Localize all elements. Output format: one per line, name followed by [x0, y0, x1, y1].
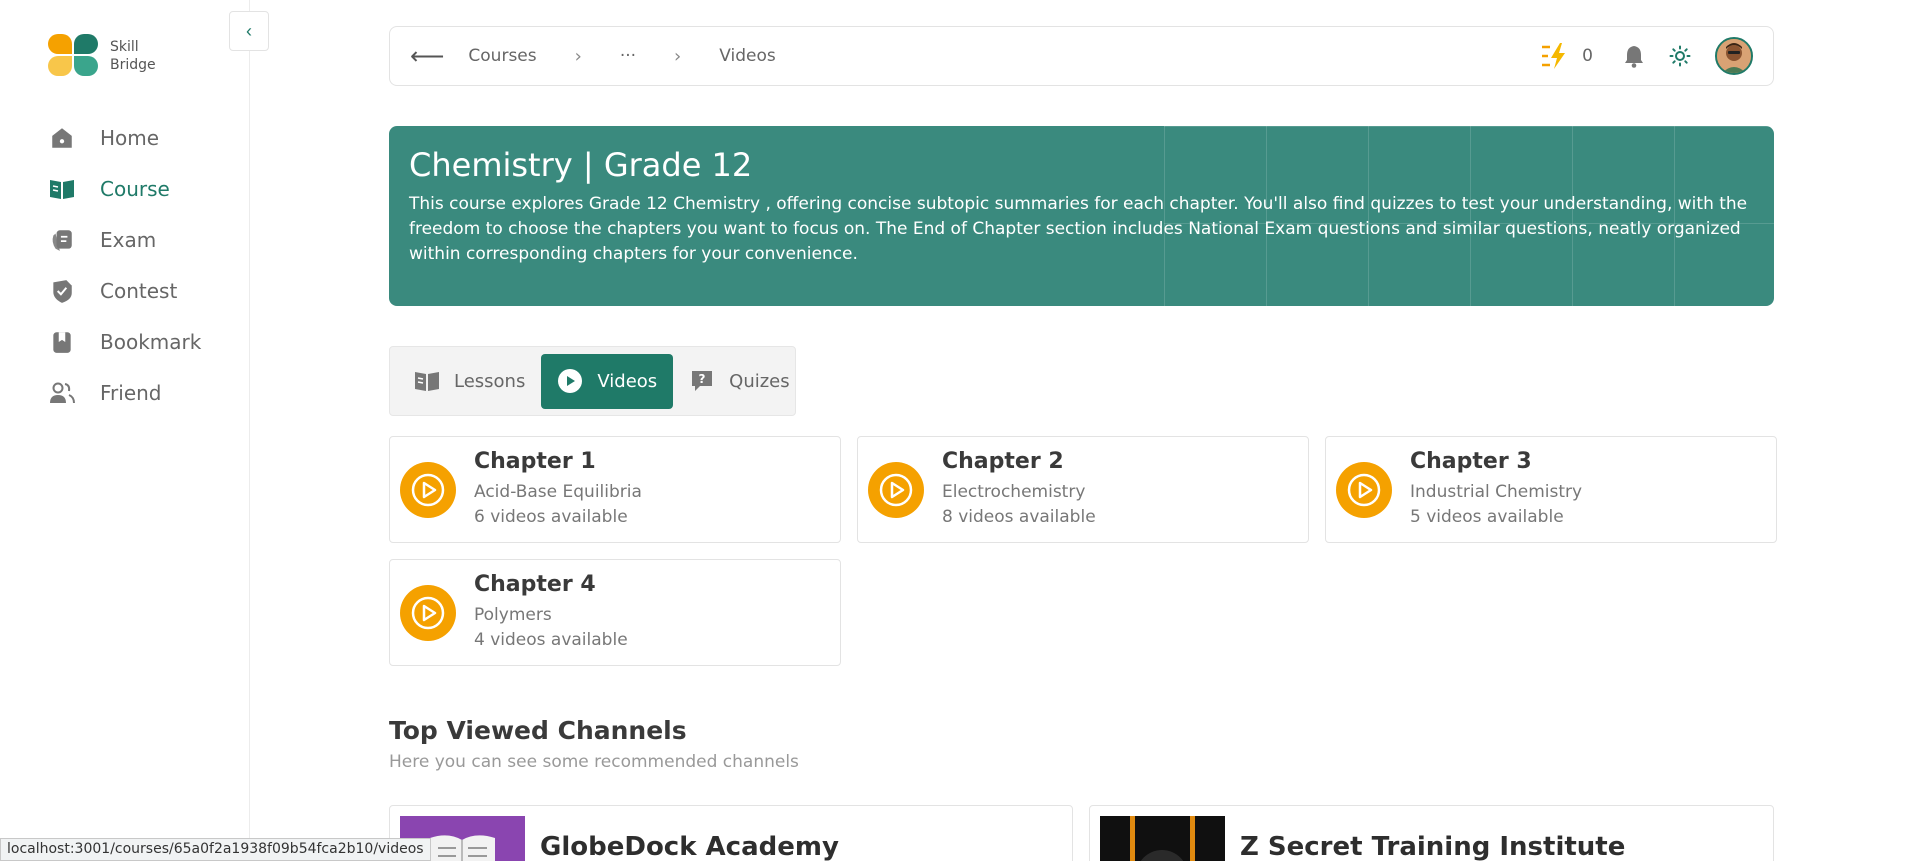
sidebar-item-label: Friend	[100, 380, 162, 405]
channel-thumbnail	[1100, 816, 1225, 861]
sidebar-item-label: Bookmark	[100, 329, 202, 354]
play-circle-icon	[868, 461, 924, 518]
book-icon	[414, 369, 440, 393]
svg-text:?: ?	[699, 372, 706, 386]
channel-name: GlobeDock Academy	[540, 832, 839, 861]
play-circle-icon	[400, 584, 456, 641]
book-open-icon	[48, 175, 76, 203]
exam-icon	[48, 226, 76, 254]
tab-quizes[interactable]: ? Quizes	[673, 354, 805, 409]
sidebar-collapse-button[interactable]: ‹	[229, 11, 269, 51]
logo-text-line1: Skill	[110, 39, 139, 55]
chapter-title: Chapter 2	[942, 449, 1064, 474]
chapter-topic: Industrial Chemistry	[1410, 482, 1583, 502]
sidebar-item-label: Exam	[100, 227, 157, 252]
chevron-right-icon: ›	[574, 45, 582, 67]
question-bubble-icon: ?	[689, 368, 715, 394]
chapter-video-count: 6 videos available	[474, 507, 628, 527]
play-icon	[557, 368, 583, 394]
content-tabs: Lessons Videos ? Quizes	[389, 346, 796, 416]
sidebar-item-friend[interactable]: Friend	[48, 367, 201, 418]
tab-videos[interactable]: Videos	[541, 353, 674, 409]
logo[interactable]: Skill Bridge	[48, 34, 156, 78]
chapter-topic: Polymers	[474, 605, 552, 625]
logo-mark	[48, 34, 102, 78]
sidebar-nav: Home Course Exam Contest Bookmark Friend	[48, 112, 201, 418]
users-icon	[48, 379, 76, 407]
chevron-left-icon: ‹	[246, 20, 252, 41]
sidebar-item-home[interactable]: Home	[48, 112, 201, 163]
chapter-card[interactable]: Chapter 2 Electrochemistry 8 videos avai…	[857, 436, 1309, 543]
chapter-topic: Electrochemistry	[942, 482, 1086, 502]
channels-section-subtitle: Here you can see some recommended channe…	[389, 752, 799, 772]
breadcrumb-item-videos: Videos	[719, 46, 776, 66]
sidebar-item-contest[interactable]: Contest	[48, 265, 201, 316]
chevron-right-icon: ›	[674, 45, 682, 67]
lightning-icon	[1540, 41, 1570, 71]
sidebar-item-exam[interactable]: Exam	[48, 214, 201, 265]
sidebar-item-label: Contest	[100, 278, 178, 303]
sidebar-item-course[interactable]: Course	[48, 163, 201, 214]
chapter-title: Chapter 1	[474, 449, 596, 474]
browser-status-url: localhost:3001/courses/65a0f2a1938f09b54…	[0, 838, 431, 861]
tab-label: Quizes	[729, 370, 790, 392]
sidebar: Skill Bridge Home Course Exam Contest Bo…	[0, 0, 250, 861]
course-title: Chemistry | Grade 12	[409, 146, 753, 184]
breadcrumb: Courses › ··· › Videos	[468, 46, 775, 67]
chapter-card[interactable]: Chapter 3 Industrial Chemistry 5 videos …	[1325, 436, 1777, 543]
chapter-card[interactable]: Chapter 4 Polymers 4 videos available	[389, 559, 841, 666]
channels-section-title: Top Viewed Channels	[389, 716, 687, 745]
play-circle-icon	[1336, 461, 1392, 518]
chapter-title: Chapter 4	[474, 572, 596, 597]
channel-card[interactable]: Z Secret Training Institute	[1089, 805, 1774, 861]
avatar[interactable]	[1715, 37, 1753, 75]
streak-count: 0	[1582, 46, 1593, 66]
shield-icon	[48, 277, 76, 305]
streak-indicator[interactable]: 0	[1540, 41, 1593, 71]
chapter-video-count: 4 videos available	[474, 630, 628, 650]
theme-toggle-sun-icon[interactable]	[1669, 45, 1691, 67]
chapter-card[interactable]: Chapter 1 Acid-Base Equilibria 6 videos …	[389, 436, 841, 543]
tab-label: Lessons	[454, 370, 526, 392]
chapter-video-count: 8 videos available	[942, 507, 1096, 527]
bookmark-icon	[48, 328, 76, 356]
sidebar-item-bookmark[interactable]: Bookmark	[48, 316, 201, 367]
chapter-topic: Acid-Base Equilibria	[474, 482, 642, 502]
sidebar-item-label: Home	[100, 125, 160, 150]
back-arrow-icon[interactable]: ⟵	[410, 42, 444, 70]
course-description: This course explores Grade 12 Chemistry …	[409, 194, 1748, 264]
chapter-title: Chapter 3	[1410, 449, 1532, 474]
bell-icon[interactable]	[1623, 44, 1645, 68]
tab-label: Videos	[597, 370, 658, 392]
channel-name: Z Secret Training Institute	[1240, 832, 1626, 861]
sidebar-item-label: Course	[100, 176, 170, 201]
course-banner: Chemistry | Grade 12 This course explore…	[389, 126, 1774, 306]
breadcrumb-item-more[interactable]: ···	[620, 46, 636, 66]
top-bar: ⟵ Courses › ··· › Videos 0	[389, 26, 1774, 86]
chapter-video-count: 5 videos available	[1410, 507, 1564, 527]
logo-text-line2: Bridge	[110, 57, 156, 73]
home-icon	[48, 124, 76, 152]
play-circle-icon	[400, 461, 456, 518]
tab-lessons[interactable]: Lessons	[398, 354, 541, 409]
breadcrumb-item-courses[interactable]: Courses	[468, 46, 536, 66]
channel-card[interactable]: GlobeDock Academy	[389, 805, 1073, 861]
